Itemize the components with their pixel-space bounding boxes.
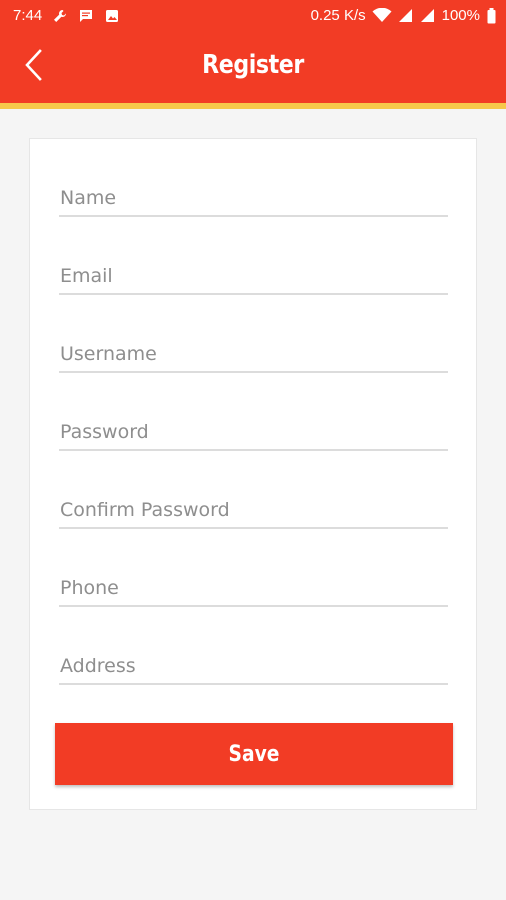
- password-field-wrapper: [59, 411, 448, 451]
- confirm-password-field-wrapper: [59, 489, 448, 529]
- status-right: 0.25 K/s 100%: [311, 7, 496, 24]
- confirm-password-input[interactable]: [59, 489, 448, 527]
- message-icon: [78, 8, 94, 24]
- phone-field-wrapper: [59, 567, 448, 607]
- save-button-label: Save: [228, 741, 280, 767]
- phone-input[interactable]: [59, 567, 448, 605]
- password-input[interactable]: [59, 411, 448, 449]
- username-field-wrapper: [59, 333, 448, 373]
- username-input[interactable]: [59, 333, 448, 371]
- name-input[interactable]: [59, 177, 448, 215]
- battery-percent: 100%: [441, 7, 480, 24]
- status-bar: 7:44 0.25 K/s 100%: [0, 0, 506, 32]
- address-input[interactable]: [59, 645, 448, 683]
- email-input[interactable]: [59, 255, 448, 293]
- signal-icon: [420, 8, 436, 24]
- register-form-card: Save: [29, 138, 477, 810]
- address-field-wrapper: [59, 645, 448, 685]
- image-icon: [104, 8, 120, 24]
- email-field-wrapper: [59, 255, 448, 295]
- name-field-wrapper: [59, 177, 448, 217]
- status-left: 7:44: [13, 7, 120, 24]
- app-bar: Register: [0, 32, 506, 103]
- wifi-icon: [372, 8, 392, 24]
- battery-icon: [486, 7, 496, 24]
- signal-icon: [398, 8, 414, 24]
- network-speed: 0.25 K/s: [310, 7, 366, 24]
- app-bar-accent-strip: [0, 103, 506, 109]
- page-title: Register: [202, 50, 304, 80]
- status-time: 7:44: [13, 7, 43, 24]
- wrench-icon: [52, 8, 68, 24]
- save-button[interactable]: Save: [55, 723, 453, 785]
